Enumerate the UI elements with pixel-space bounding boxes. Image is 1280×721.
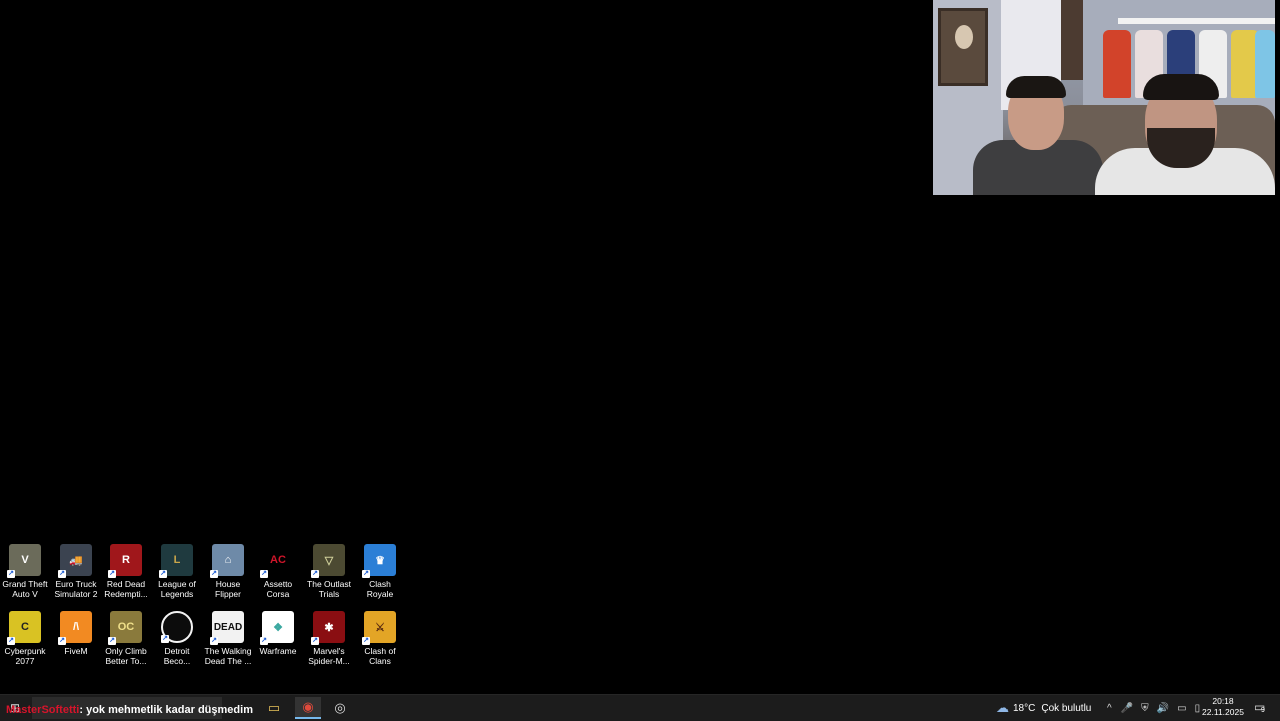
walking-dead-icon: DEAD ↗ [210, 611, 244, 645]
jersey [1103, 30, 1131, 98]
clock[interactable]: 20:18 22.11.2025 [1198, 696, 1248, 718]
icon-label: The Outlast Trials [307, 579, 351, 599]
jersey-rack [1118, 18, 1275, 24]
weather-widget[interactable]: ☁ 18°C Çok bulutlu [996, 695, 1091, 721]
desktop-icon-detroit[interactable]: ↗ Detroit Beco... [152, 611, 202, 666]
chat-message: yok mehmetlik kadar düşmedim [86, 704, 253, 716]
lol-icon: L ↗ [159, 544, 193, 578]
clock-time: 20:18 [1212, 696, 1234, 706]
icon-label: FiveM [64, 646, 88, 656]
icon-label: The Walking Dead The ... [204, 646, 252, 666]
desktop-icon-clash-royale[interactable]: ♛ ↗ Clash Royale [355, 544, 405, 599]
framed-portrait [938, 8, 988, 86]
chevron-up-icon[interactable]: ^ [1107, 703, 1112, 714]
icon-label: Red Dead Redempti... [104, 579, 148, 599]
desktop-icon-cyberpunk[interactable]: C ↗ Cyberpunk 2077 [0, 611, 50, 666]
system-tray: ^ 🎤 ⛨ 🔊 ▭ ▯ [1107, 695, 1200, 721]
desktop-icon-spiderman[interactable]: ✱ ↗ Marvel's Spider-M... [304, 611, 354, 666]
gta5-icon: V ↗ [7, 544, 41, 578]
icon-label: Only Climb Better To... [105, 646, 147, 666]
icon-label: Assetto Corsa [263, 579, 293, 599]
icon-label: Warframe [259, 646, 297, 656]
clash-of-clans-icon: ⚔ ↗ [362, 611, 396, 645]
desktop-icon-house-flipper[interactable]: ⌂ ↗ House Flipper [203, 544, 253, 599]
outlast-icon: ▽ ↗ [311, 544, 345, 578]
assetto-corsa-icon: AC ↗ [260, 544, 294, 578]
icon-label: Cyberpunk 2077 [4, 646, 46, 666]
door [1061, 0, 1083, 80]
desktop-icon-fivem[interactable]: /\ ↗ FiveM [51, 611, 101, 656]
clock-date: 22.11.2025 [1202, 707, 1244, 717]
chat-message-overlay: MasterSoftetti: yok mehmetlik kadar düşm… [6, 704, 253, 716]
cyberpunk-icon: C ↗ [7, 611, 41, 645]
icon-label: Clash Royale [366, 579, 394, 599]
network-icon[interactable]: ▭ [1177, 703, 1186, 714]
weather-text: Çok bulutlu [1041, 702, 1092, 714]
chat-username: MasterSoftetti [6, 704, 80, 716]
jersey [1255, 30, 1275, 98]
security-icon[interactable]: ⛨ [1141, 703, 1149, 714]
desktop-icon-euro-truck[interactable]: 🚚 ↗ Euro Truck Simulator 2 [51, 544, 101, 599]
fivem-icon: /\ ↗ [58, 611, 92, 645]
icon-label: League of Legends [158, 579, 196, 599]
weather-temp: 18°C [1013, 702, 1036, 714]
house-flipper-icon: ⌂ ↗ [210, 544, 244, 578]
microphone-icon[interactable]: 🎤 [1121, 703, 1133, 714]
icon-label: Euro Truck Simulator 2 [54, 579, 98, 599]
detroit-icon: ↗ [161, 611, 193, 643]
desktop-icon-red-dead[interactable]: R ↗ Red Dead Redempti... [101, 544, 151, 599]
obs-icon[interactable]: ◎ [327, 697, 353, 719]
only-climb-icon: OC ↗ [108, 611, 142, 645]
cloud-icon: ☁ [996, 700, 1009, 715]
notification-count: 9 [1261, 707, 1265, 714]
desktop-icon-warframe[interactable]: ❖ ↗ Warframe [253, 611, 303, 656]
desktop-icon-gta5[interactable]: V ↗ Grand Theft Auto V [0, 544, 50, 599]
chrome-icon[interactable]: ◉ [295, 697, 321, 719]
desktop-icon-outlast[interactable]: ▽ ↗ The Outlast Trials [304, 544, 354, 599]
notification-center-button[interactable]: ▭ 9 [1252, 698, 1272, 718]
rdr-icon: R ↗ [108, 544, 142, 578]
volume-icon[interactable]: 🔊 [1157, 703, 1169, 714]
spiderman-icon: ✱ ↗ [311, 611, 345, 645]
desktop-icon-only-climb[interactable]: OC ↗ Only Climb Better To... [101, 611, 151, 666]
warframe-icon: ❖ ↗ [260, 611, 294, 645]
icon-label: Grand Theft Auto V [2, 579, 48, 599]
person-left-hair [1006, 76, 1066, 98]
icon-label: Detroit Beco... [163, 646, 191, 666]
webcam-overlay [933, 0, 1275, 195]
truck-icon: 🚚 ↗ [58, 544, 92, 578]
desktop-icon-assetto-corsa[interactable]: AC ↗ Assetto Corsa [253, 544, 303, 599]
desktop-icon-walking-dead[interactable]: DEAD ↗ The Walking Dead The ... [203, 611, 253, 666]
desktop-icon-clash-of-clans[interactable]: ⚔ ↗ Clash of Clans [355, 611, 405, 666]
icon-label: Clash of Clans [364, 646, 396, 666]
file-explorer-icon[interactable]: ▭ [261, 697, 287, 719]
person-right-hair [1143, 74, 1219, 100]
desktop-icon-league[interactable]: L ↗ League of Legends [152, 544, 202, 599]
icon-label: House Flipper [215, 579, 241, 599]
icon-label: Marvel's Spider-M... [308, 646, 350, 666]
clash-royale-icon: ♛ ↗ [362, 544, 396, 578]
